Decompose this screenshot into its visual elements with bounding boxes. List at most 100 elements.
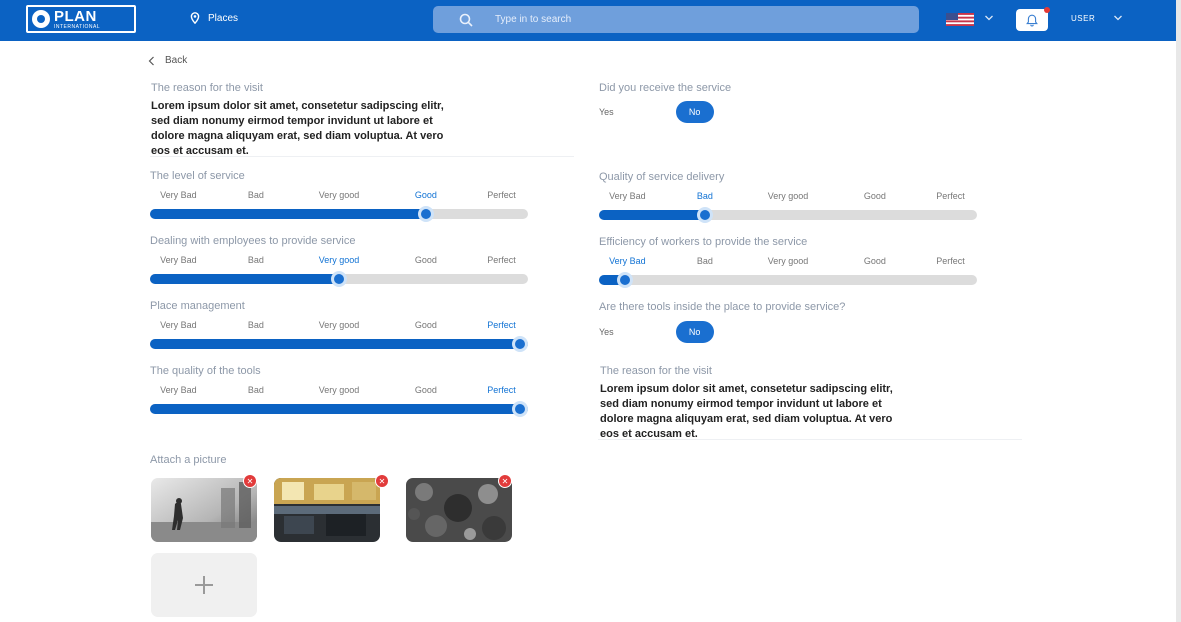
scale-option-bad[interactable]: Bad bbox=[248, 255, 264, 265]
tools-inside-label: Are there tools inside the place to prov… bbox=[599, 301, 846, 313]
scale-option-very-bad[interactable]: Very Bad bbox=[160, 255, 197, 265]
remove-photo-button[interactable]: ✕ bbox=[243, 474, 257, 488]
scale-option-very-bad[interactable]: Very Bad bbox=[160, 385, 197, 395]
search-input[interactable]: Type in to search bbox=[495, 14, 571, 25]
scale-option-perfect[interactable]: Perfect bbox=[936, 256, 965, 266]
rating-slider-level-of-service[interactable] bbox=[150, 206, 528, 222]
scale-option-bad[interactable]: Bad bbox=[697, 191, 713, 201]
scale-option-very-bad[interactable]: Very Bad bbox=[160, 320, 197, 330]
scale-option-bad[interactable]: Bad bbox=[248, 320, 264, 330]
visit-reason-line: sed diam nonumy eirmod tempor invidunt u… bbox=[151, 115, 433, 127]
rating-slider-quality-of-delivery[interactable] bbox=[599, 207, 977, 223]
slider-handle[interactable] bbox=[696, 207, 713, 223]
visit-reason-divider-right bbox=[598, 439, 1022, 440]
visit-reason-line: dolore magna aliquyam erat, sed diam vol… bbox=[600, 413, 893, 425]
us-flag-icon[interactable] bbox=[946, 13, 974, 26]
scale-option-bad[interactable]: Bad bbox=[697, 256, 713, 266]
scale-option-very-good[interactable]: Very good bbox=[768, 256, 809, 266]
scale-option-good[interactable]: Good bbox=[415, 320, 437, 330]
chevron-left-icon bbox=[148, 56, 154, 65]
user-chevron-down-icon[interactable] bbox=[1113, 14, 1123, 22]
visit-reason-divider bbox=[150, 156, 574, 157]
notifications-button[interactable] bbox=[1016, 7, 1050, 31]
slider-handle[interactable] bbox=[331, 271, 347, 287]
slider-handle[interactable] bbox=[512, 401, 528, 417]
scale-option-very-bad[interactable]: Very Bad bbox=[160, 190, 197, 200]
map-pin-icon bbox=[190, 12, 200, 24]
scale-option-very-good[interactable]: Very good bbox=[319, 385, 360, 395]
visit-reason-line: sed diam nonumy eirmod tempor invidunt u… bbox=[600, 398, 882, 410]
scale-option-perfect[interactable]: Perfect bbox=[487, 320, 516, 330]
attached-photo-rubble[interactable] bbox=[406, 478, 512, 542]
back-button[interactable]: Back bbox=[148, 55, 187, 66]
scale-option-very-bad[interactable]: Very Bad bbox=[609, 256, 646, 266]
rating-slider-dealing-with-employees[interactable] bbox=[150, 271, 528, 287]
add-picture-button[interactable] bbox=[151, 553, 257, 617]
search-bar[interactable]: Type in to search bbox=[433, 6, 919, 33]
scale-option-perfect[interactable]: Perfect bbox=[487, 190, 516, 200]
scale-option-very-good[interactable]: Very good bbox=[768, 191, 809, 201]
rating-label-dealing-with-employees: Dealing with employees to provide servic… bbox=[150, 235, 356, 247]
scale-option-perfect[interactable]: Perfect bbox=[487, 255, 516, 265]
photo-indoor-room-image bbox=[274, 478, 380, 542]
received-service-label: Did you receive the service bbox=[599, 82, 732, 94]
remove-photo-button[interactable]: ✕ bbox=[498, 474, 512, 488]
rating-slider-quality-of-tools[interactable] bbox=[150, 401, 528, 417]
rating-slider-place-management[interactable] bbox=[150, 336, 528, 352]
rating-scale-level-of-service: Very Bad Bad Very good Good Perfect bbox=[150, 190, 528, 202]
slider-fill bbox=[599, 210, 705, 220]
received-service-no[interactable]: No bbox=[675, 101, 714, 123]
scale-option-bad[interactable]: Bad bbox=[248, 385, 264, 395]
slider-handle[interactable] bbox=[617, 272, 634, 288]
scale-option-bad[interactable]: Bad bbox=[248, 190, 264, 200]
tools-inside-no[interactable]: No bbox=[675, 321, 714, 343]
scale-option-perfect[interactable]: Perfect bbox=[936, 191, 965, 201]
scale-option-very-good[interactable]: Very good bbox=[319, 320, 360, 330]
slider-fill bbox=[150, 404, 528, 414]
attached-photo-smoke-street[interactable] bbox=[151, 478, 257, 542]
window-edge bbox=[1176, 0, 1181, 622]
rating-label-level-of-service: The level of service bbox=[150, 170, 245, 182]
places-menu[interactable]: Places bbox=[190, 12, 238, 24]
rating-scale-efficiency-of-workers: Very Bad Bad Very good Good Perfect bbox=[599, 256, 977, 268]
close-icon: ✕ bbox=[246, 476, 254, 486]
visit-reason-label: The reason for the visit bbox=[151, 82, 263, 94]
visit-reason-line: Lorem ipsum dolor sit amet, consetetur s… bbox=[151, 100, 444, 112]
language-chevron-down-icon[interactable] bbox=[984, 14, 994, 22]
plan-logo[interactable]: PLAN INTERNATIONAL bbox=[26, 5, 136, 33]
places-label: Places bbox=[208, 12, 239, 24]
tools-inside-yes[interactable]: Yes bbox=[599, 327, 614, 337]
visit-reason-text: Lorem ipsum dolor sit amet, consetetur s… bbox=[151, 99, 444, 159]
remove-photo-button[interactable]: ✕ bbox=[375, 474, 389, 488]
scale-option-very-good[interactable]: Very good bbox=[319, 190, 360, 200]
tools-inside-toggle: Yes No bbox=[599, 321, 714, 343]
logo-subtext: INTERNATIONAL bbox=[54, 23, 101, 30]
visit-reason-label-right: The reason for the visit bbox=[600, 365, 712, 377]
scale-option-very-good[interactable]: Very good bbox=[319, 255, 360, 265]
rating-label-quality-of-tools: The quality of the tools bbox=[150, 365, 261, 377]
visit-reason-line: dolore magna aliquyam erat, sed diam vol… bbox=[151, 130, 444, 142]
scale-option-very-bad[interactable]: Very Bad bbox=[609, 191, 646, 201]
top-navigation-bar: PLAN INTERNATIONAL Places Type in to sea… bbox=[0, 0, 1176, 41]
plus-icon bbox=[195, 576, 213, 594]
photo-smoke-street-image bbox=[151, 478, 257, 542]
attach-picture-label: Attach a picture bbox=[150, 454, 227, 466]
scale-option-good[interactable]: Good bbox=[415, 255, 437, 265]
bell-icon bbox=[1026, 14, 1038, 26]
scale-option-good[interactable]: Good bbox=[864, 191, 886, 201]
user-menu-label[interactable]: USER bbox=[1071, 14, 1095, 23]
scale-option-good[interactable]: Good bbox=[864, 256, 886, 266]
scale-option-good[interactable]: Good bbox=[415, 385, 437, 395]
visit-reason-text-right: Lorem ipsum dolor sit amet, consetetur s… bbox=[600, 382, 893, 442]
slider-fill bbox=[150, 209, 426, 219]
logo-text: PLAN bbox=[54, 7, 97, 25]
slider-handle[interactable] bbox=[512, 336, 528, 352]
scale-option-good[interactable]: Good bbox=[415, 190, 437, 200]
close-icon: ✕ bbox=[378, 476, 386, 486]
attached-photo-indoor-room[interactable] bbox=[274, 478, 380, 542]
rating-label-efficiency-of-workers: Efficiency of workers to provide the ser… bbox=[599, 236, 808, 248]
rating-slider-efficiency-of-workers[interactable] bbox=[599, 272, 977, 288]
slider-handle[interactable] bbox=[417, 206, 434, 222]
scale-option-perfect[interactable]: Perfect bbox=[487, 385, 516, 395]
received-service-yes[interactable]: Yes bbox=[599, 107, 614, 117]
